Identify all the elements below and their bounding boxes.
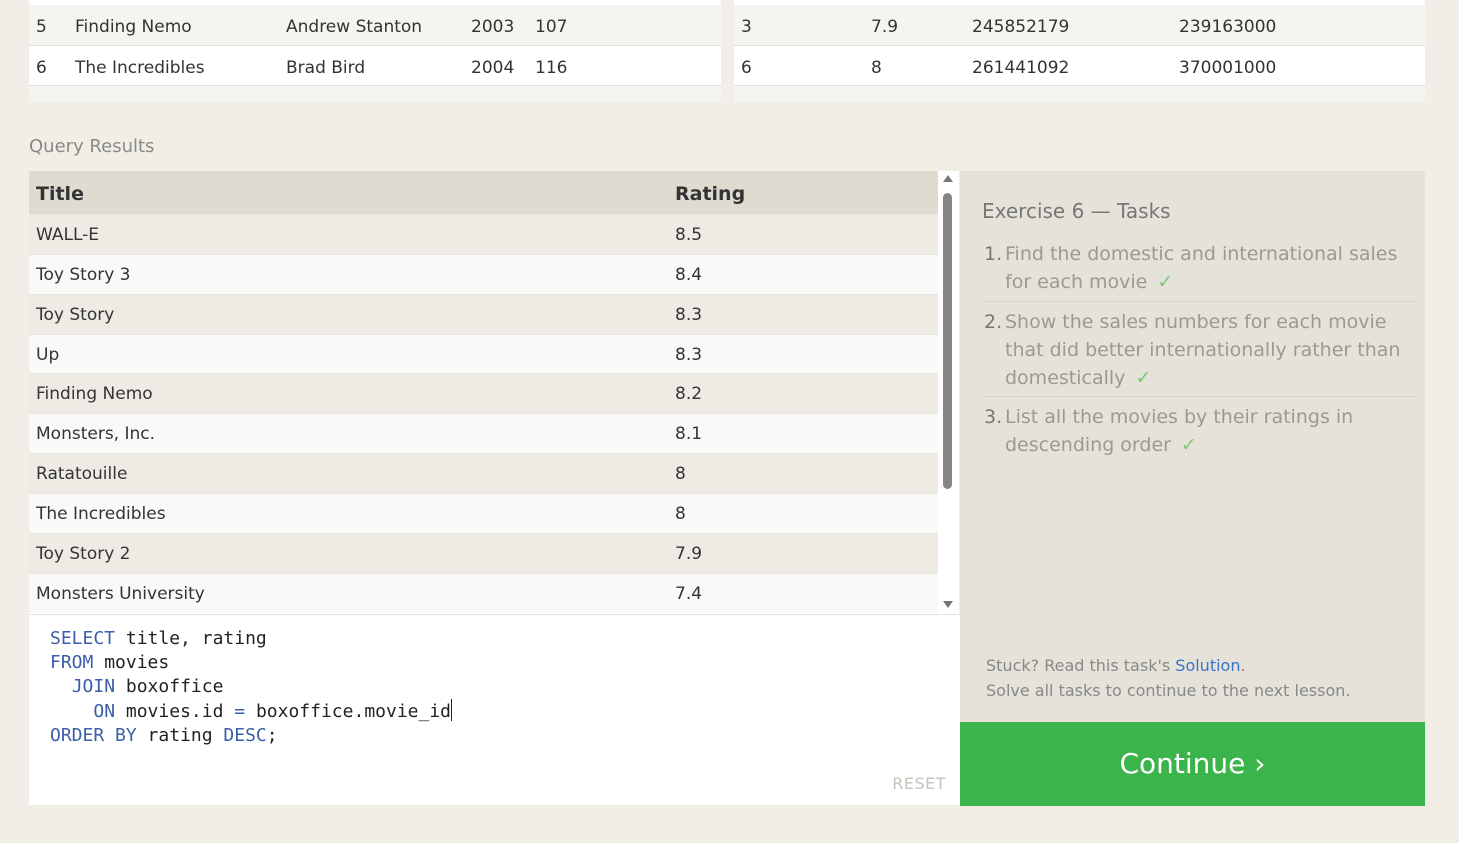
scroll-down-arrow-icon[interactable]	[943, 601, 953, 608]
task-text: Find the domestic and international sale…	[1005, 243, 1398, 293]
cell-title: Finding Nemo	[75, 17, 192, 37]
boxoffice-table: 3 7.9 245852179 239163000 6 8 261441092 …	[734, 0, 1425, 102]
checkmark-icon: ✓	[1180, 434, 1197, 456]
table-row: Finding Nemo 8.2	[29, 373, 938, 413]
cell-title: The Incredibles	[75, 58, 205, 78]
cell-length: 116	[535, 58, 568, 78]
cell-rating: 8.4	[675, 265, 703, 285]
cell-year: 2004	[471, 58, 515, 78]
cell-rating: 8.1	[675, 424, 703, 444]
text-caret	[451, 699, 453, 721]
continue-button[interactable]: Continue ›	[960, 722, 1425, 806]
results-header: Title Rating	[29, 171, 938, 214]
cell-rating: 7.9	[675, 544, 703, 564]
table-row: Toy Story 8.3	[29, 294, 938, 334]
reset-button[interactable]: RESET	[892, 774, 946, 793]
header-title: Title	[36, 183, 84, 205]
cell-year: 2003	[471, 17, 515, 37]
cell-rating: 8.3	[675, 305, 703, 325]
table-row: 6 8 261441092 370001000	[734, 45, 1425, 85]
cell-director: Andrew Stanton	[286, 17, 423, 37]
stuck-suffix: .	[1240, 656, 1246, 675]
cell-title: WALL-E	[36, 225, 100, 245]
cell-director: Brad Bird	[286, 58, 366, 78]
cell-international-sales: 239163000	[1179, 17, 1277, 37]
table-row: Monsters University 7.4	[29, 573, 938, 613]
table-row-partial	[29, 85, 721, 102]
cell-length: 107	[535, 17, 568, 37]
scrollbar-thumb[interactable]	[943, 193, 952, 489]
query-results-title: Query Results	[29, 136, 155, 157]
task-number: 1.	[984, 243, 1003, 265]
sql-code[interactable]: SELECT title, rating FROM movies JOIN bo…	[50, 627, 453, 748]
table-row: Ratatouille 8	[29, 453, 938, 493]
cell-title: Monsters University	[36, 584, 205, 604]
tasks-panel: Exercise 6 — Tasks 1. Find the domestic …	[960, 171, 1425, 722]
cell-title: Ratatouille	[36, 464, 128, 484]
cell-rating: 8	[871, 58, 882, 78]
stuck-text: Stuck? Read this task's	[986, 656, 1176, 675]
task-number: 2.	[984, 311, 1003, 333]
table-row: 5 Finding Nemo Andrew Stanton 2003 107	[29, 5, 721, 45]
cell-title: Finding Nemo	[36, 384, 153, 404]
solve-all-text: Solve all tasks to continue to the next …	[986, 681, 1351, 700]
cell-title: Up	[36, 345, 60, 365]
table-row: WALL-E 8.5	[29, 214, 938, 254]
query-results-table: Title Rating WALL-E 8.5 Toy Story 3 8.4 …	[29, 171, 959, 614]
solution-link[interactable]: Solution	[1175, 656, 1240, 675]
sql-editor[interactable]: SELECT title, rating FROM movies JOIN bo…	[29, 614, 960, 805]
cell-movie-id: 6	[741, 58, 752, 78]
cell-id: 6	[36, 58, 47, 78]
cell-movie-id: 3	[741, 17, 752, 37]
tasks-title: Exercise 6 — Tasks	[982, 199, 1171, 223]
table-row: Toy Story 2 7.9	[29, 533, 938, 573]
cell-rating: 8	[675, 464, 686, 484]
task-item: 2. Show the sales numbers for each movie…	[982, 308, 1416, 397]
help-text: Stuck? Read this task's Solution. Solve …	[986, 653, 1350, 703]
cell-domestic-sales: 245852179	[972, 17, 1070, 37]
table-row: Up 8.3	[29, 334, 938, 374]
cell-title: Monsters, Inc.	[36, 424, 156, 444]
table-row: Monsters, Inc. 8.1	[29, 413, 938, 453]
cell-rating: 7.9	[871, 17, 899, 37]
cell-domestic-sales: 261441092	[972, 58, 1070, 78]
task-text: Show the sales numbers for each movie th…	[1005, 311, 1401, 389]
cell-id: 5	[36, 17, 47, 37]
scroll-up-arrow-icon[interactable]	[943, 175, 953, 182]
cell-title: Toy Story 3	[36, 265, 131, 285]
cell-rating: 7.4	[675, 584, 703, 604]
movies-table: 5 Finding Nemo Andrew Stanton 2003 107 6…	[29, 0, 721, 102]
cell-international-sales: 370001000	[1179, 58, 1277, 78]
task-item: 3. List all the movies by their ratings …	[982, 403, 1416, 459]
checkmark-icon: ✓	[1135, 367, 1152, 389]
checkmark-icon: ✓	[1157, 271, 1174, 293]
cell-title: The Incredibles	[36, 504, 166, 524]
table-row-partial	[734, 85, 1425, 102]
task-item: 1. Find the domestic and international s…	[982, 240, 1416, 302]
table-row: The Incredibles 8	[29, 493, 938, 533]
task-number: 3.	[984, 406, 1003, 428]
cell-rating: 8.5	[675, 225, 703, 245]
cell-title: Toy Story 2	[36, 544, 131, 564]
cell-rating: 8.2	[675, 384, 703, 404]
cell-rating: 8	[675, 504, 686, 524]
cell-title: Toy Story	[36, 305, 115, 325]
header-rating: Rating	[675, 183, 746, 205]
table-row: 3 7.9 245852179 239163000	[734, 5, 1425, 45]
table-row: Toy Story 3 8.4	[29, 254, 938, 294]
table-row: 6 The Incredibles Brad Bird 2004 116	[29, 45, 721, 85]
results-scrollbar[interactable]	[938, 171, 959, 614]
cell-rating: 8.3	[675, 345, 703, 365]
task-text: List all the movies by their ratings in …	[1005, 406, 1354, 456]
